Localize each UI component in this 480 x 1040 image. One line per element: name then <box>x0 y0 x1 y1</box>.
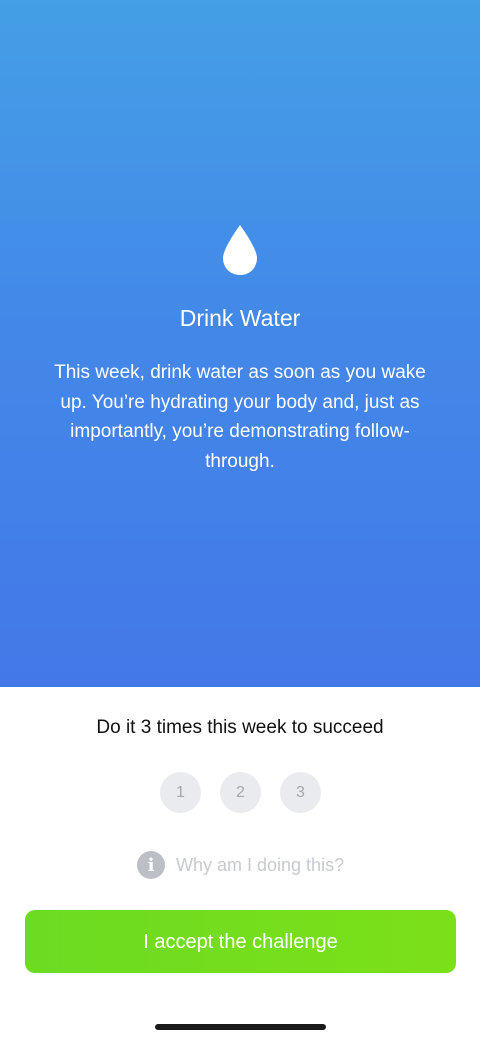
why-link[interactable]: i Why am I doing this? <box>137 850 344 880</box>
water-drop-icon <box>223 225 257 275</box>
challenge-description: This week, drink water as soon as you wa… <box>54 362 426 472</box>
challenge-hero: Drink Water This week, drink water as so… <box>0 0 480 687</box>
info-icon: i <box>137 851 165 879</box>
progress-step-1: 1 <box>160 772 201 813</box>
accept-challenge-button[interactable]: I accept the challenge <box>25 910 456 973</box>
why-label: Why am I doing this? <box>176 854 345 875</box>
progress-step-3: 3 <box>280 772 321 813</box>
goal-text: Do it 3 times this week to succeed <box>96 717 384 738</box>
challenge-title: Drink Water <box>179 305 301 331</box>
challenge-screen: Drink Water This week, drink water as so… <box>0 0 480 1040</box>
progress-step-2: 2 <box>220 772 261 813</box>
home-indicator[interactable] <box>155 1024 326 1030</box>
challenge-panel: Do it 3 times this week to succeed 1 2 3… <box>0 687 480 1040</box>
progress-tracker: 1 2 3 <box>160 772 321 813</box>
